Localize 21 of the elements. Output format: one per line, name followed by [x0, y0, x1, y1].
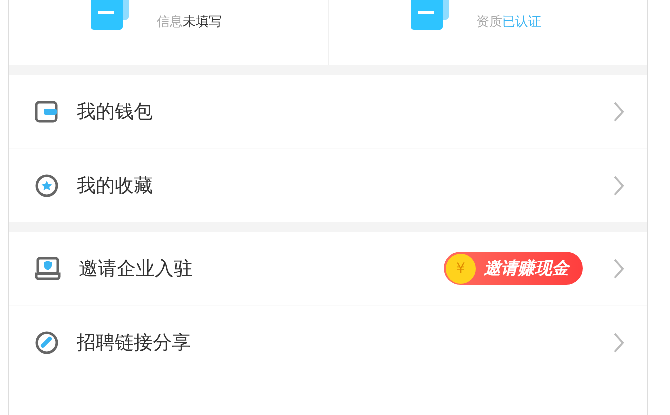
menu-item[interactable]: 我的钱包	[9, 75, 647, 148]
star-badge-icon	[35, 174, 59, 198]
chevron-right-icon	[613, 258, 625, 280]
menu-label: 招聘链接分享	[77, 330, 192, 356]
link-icon	[35, 330, 59, 354]
chevron-right-icon	[613, 332, 625, 354]
promo-text: 邀请赚现金	[484, 258, 569, 280]
coin-icon: ¥	[446, 254, 476, 284]
laptop-shield-icon	[35, 256, 61, 280]
field-label: 资质	[476, 15, 502, 30]
menu-item[interactable]: 邀请企业入驻 ¥ 邀请赚现金	[9, 232, 647, 305]
wallet-icon	[35, 100, 59, 122]
menu-item[interactable]: 招聘链接分享	[9, 305, 647, 379]
menu-label: 邀请企业入驻	[79, 256, 194, 282]
status-text: 已认证	[502, 15, 542, 30]
status-text: 未填写	[183, 15, 222, 30]
menu-label: 我的钱包	[77, 100, 154, 124]
menu-label: 我的收藏	[77, 174, 154, 198]
chevron-right-icon	[613, 100, 625, 122]
field-label: 信息	[157, 15, 183, 30]
chevron-right-icon	[613, 174, 625, 196]
